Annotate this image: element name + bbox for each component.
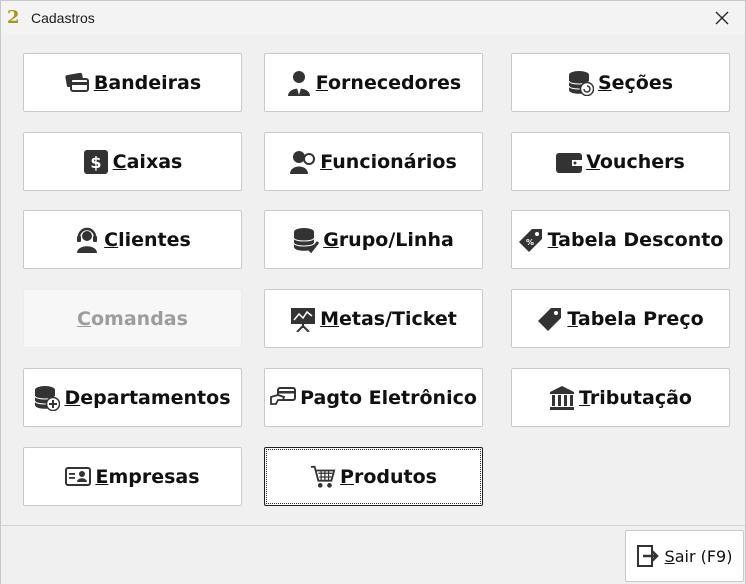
close-button[interactable]	[699, 1, 745, 34]
credit-cards-icon	[64, 70, 90, 96]
dollar-box-icon: $	[83, 149, 109, 175]
metas-ticket-button[interactable]: Metas/Ticket	[264, 289, 483, 348]
departamentos-button[interactable]: Departamentos	[23, 368, 242, 427]
comandas-label: Comandas	[77, 307, 188, 330]
clientes-button[interactable]: Clientes	[23, 210, 242, 269]
window-title: Cadastros	[31, 10, 95, 26]
produtos-button[interactable]: Produtos	[264, 447, 483, 506]
funcionarios-button[interactable]: Funcionários	[264, 132, 483, 191]
fornecedores-button[interactable]: Fornecedores	[264, 53, 483, 112]
secoes-label: Seções	[597, 71, 674, 94]
company-id-icon	[65, 464, 92, 490]
tabela-desconto-button[interactable]: % Tabela Desconto	[511, 210, 730, 269]
database-add-icon	[34, 385, 61, 411]
empresas-button[interactable]: Empresas	[23, 447, 242, 506]
clientes-label: Clientes	[104, 228, 191, 251]
bandeiras-label: Bandeiras	[93, 71, 202, 94]
tabela-preco-button[interactable]: Tabela Preço	[511, 289, 730, 348]
button-grid: Bandeiras Fornecedores Seções $ Caixas F…	[1, 35, 745, 525]
supplier-person-icon	[286, 70, 312, 96]
svg-text:$: $	[90, 153, 101, 172]
fornecedores-label: Fornecedores	[315, 71, 462, 94]
tabela-desconto-label: Tabela Desconto	[547, 228, 724, 251]
customer-headset-icon	[74, 227, 100, 253]
pagto-eletronico-label: Pagto Eletrônico	[300, 386, 477, 409]
app-logo-icon: 2	[7, 7, 20, 28]
vouchers-button[interactable]: Vouchers	[511, 132, 730, 191]
departamentos-label: Departamentos	[64, 386, 231, 409]
empresas-label: Empresas	[95, 465, 200, 488]
price-tag-icon	[537, 306, 563, 332]
tributacao-label: Tributação	[579, 386, 692, 409]
close-icon	[715, 11, 729, 24]
vouchers-label: Vouchers	[586, 150, 685, 173]
database-check-icon	[293, 227, 320, 253]
svg-text:%: %	[526, 238, 534, 247]
grupo-linha-button[interactable]: Grupo/Linha	[264, 210, 483, 269]
exit-button[interactable]: Sair (F9)	[625, 530, 744, 582]
secoes-button[interactable]: Seções	[511, 53, 730, 112]
presentation-chart-icon	[290, 306, 316, 332]
pagto-eletronico-button[interactable]: Pagto Eletrônico	[264, 368, 483, 427]
cadastros-window: 2 Cadastros Bandeiras Fornecedores Seçõe…	[0, 0, 746, 584]
caixas-label: Caixas	[112, 150, 183, 173]
discount-tag-icon: %	[518, 227, 544, 253]
exit-label: Sair (F9)	[664, 546, 733, 566]
tabela-preco-label: Tabela Preço	[567, 307, 704, 330]
tributacao-button[interactable]: Tributação	[511, 368, 730, 427]
wallet-icon	[556, 149, 583, 175]
caixas-button[interactable]: $ Caixas	[23, 132, 242, 191]
employee-icon	[290, 149, 316, 175]
title-bar: 2 Cadastros	[1, 1, 745, 35]
bank-icon	[549, 385, 575, 411]
metas-ticket-label: Metas/Ticket	[320, 307, 457, 330]
grupo-linha-label: Grupo/Linha	[323, 228, 454, 251]
funcionarios-label: Funcionários	[320, 150, 457, 173]
cart-icon	[310, 464, 336, 490]
database-refresh-icon	[568, 70, 594, 96]
comandas-button: Comandas	[23, 289, 242, 348]
card-payment-icon	[270, 385, 297, 411]
produtos-label: Produtos	[340, 465, 437, 488]
footer-bar: Sair (F9)	[1, 525, 745, 584]
bandeiras-button[interactable]: Bandeiras	[23, 53, 242, 112]
exit-icon	[636, 545, 659, 567]
